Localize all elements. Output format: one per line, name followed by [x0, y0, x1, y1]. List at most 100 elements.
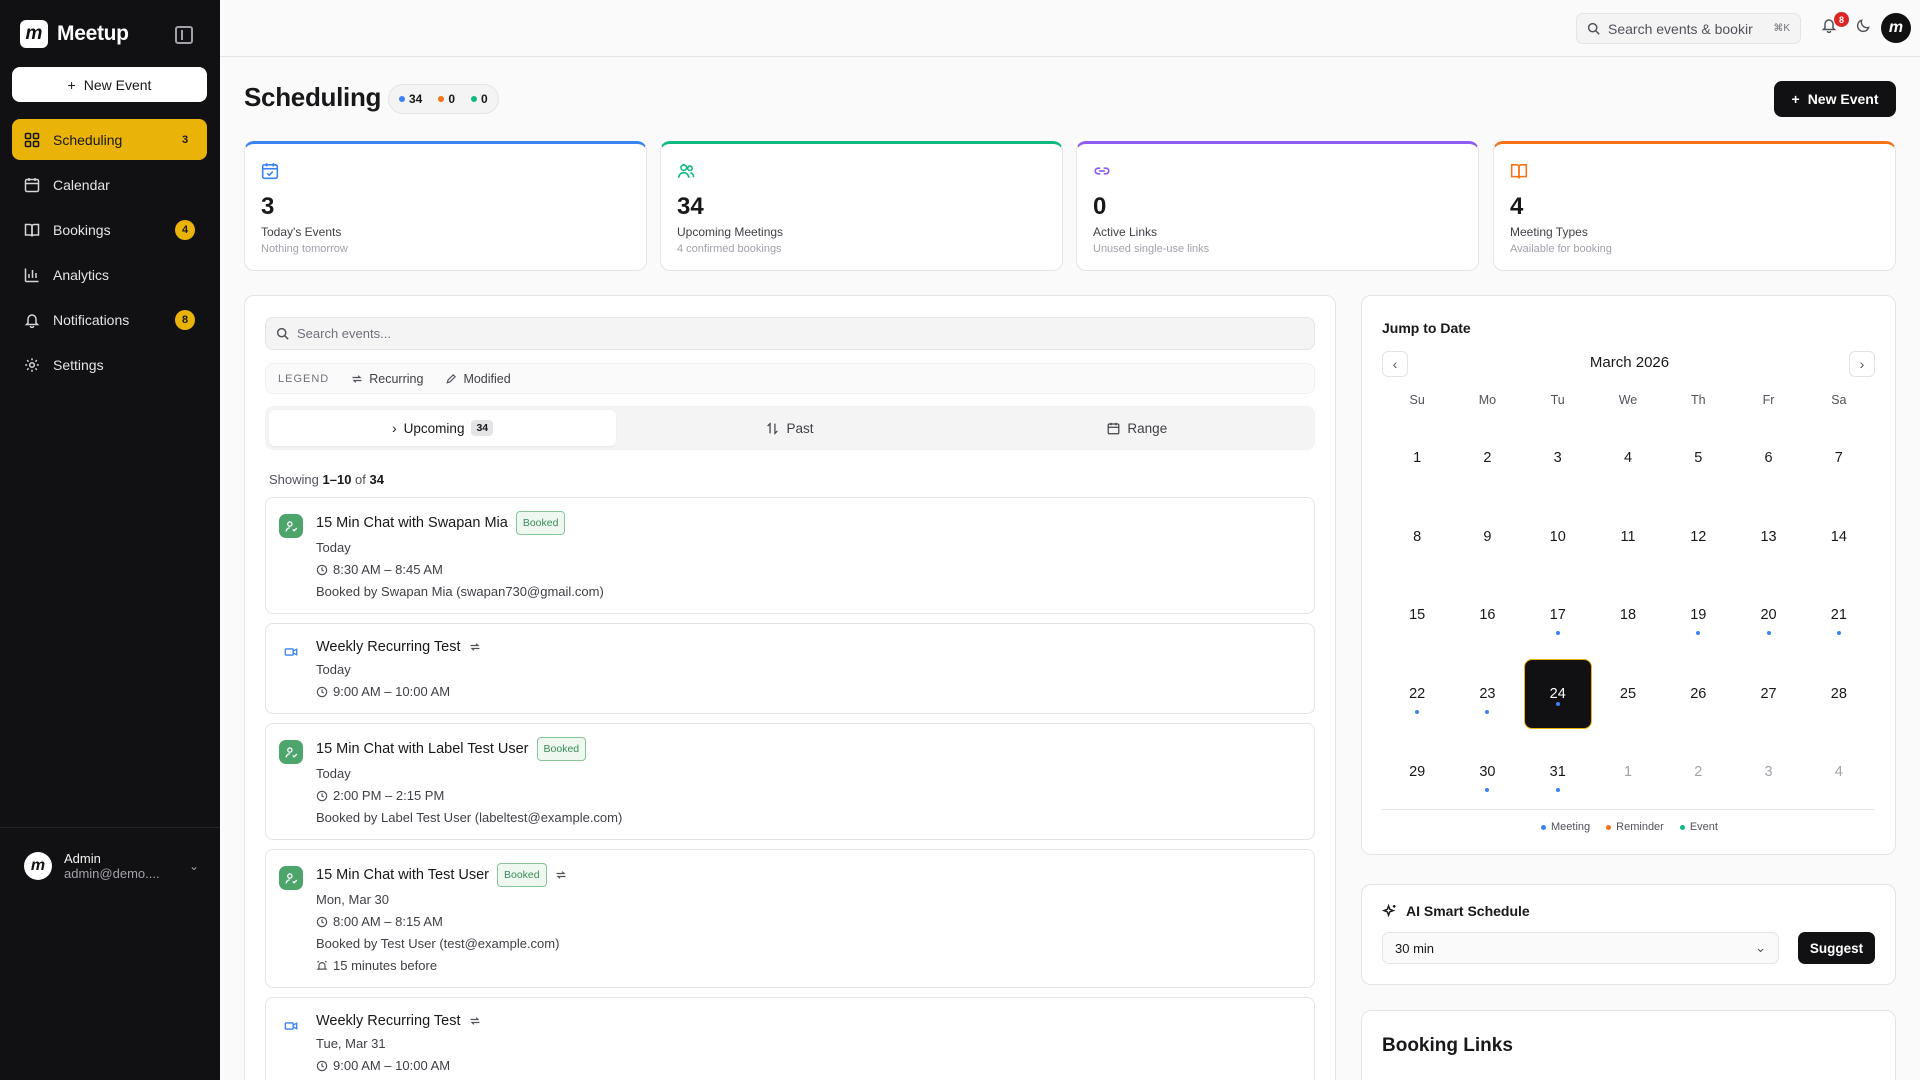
day-number: 20 — [1760, 607, 1777, 624]
calendar-day[interactable]: 11 — [1593, 498, 1663, 577]
calendar-day[interactable]: 21 — [1804, 576, 1874, 655]
sidebar-item-notifications[interactable]: Notifications 8 — [12, 299, 207, 340]
event-tabs: › Upcoming 34 Past Range — [265, 406, 1315, 450]
day-number: 14 — [1830, 528, 1847, 545]
sidebar-item-settings[interactable]: Settings — [12, 344, 207, 385]
day-number: 27 — [1760, 685, 1777, 702]
calendar-day[interactable]: 18 — [1593, 576, 1663, 655]
ai-schedule-title: AI Smart Schedule — [1406, 903, 1530, 919]
meeting-dot — [1555, 631, 1560, 636]
new-event-button[interactable]: + New Event — [1774, 81, 1896, 117]
day-number: 13 — [1760, 528, 1777, 545]
calendar-day[interactable]: 20 — [1733, 576, 1803, 655]
legend-reminder: Reminder — [1606, 821, 1664, 833]
meeting-dot — [1485, 709, 1490, 714]
day-number: 25 — [1619, 685, 1637, 702]
calendar-day[interactable]: 25 — [1593, 655, 1663, 734]
calendar-day[interactable]: 8 — [1382, 498, 1452, 577]
count-events: 0 — [471, 92, 488, 106]
stat-value: 0 — [1093, 193, 1107, 220]
day-number: 4 — [1834, 764, 1843, 781]
calendar-day[interactable]: 7 — [1804, 419, 1874, 498]
calendar-day[interactable]: 29 — [1382, 733, 1452, 812]
day-number: 15 — [1409, 607, 1426, 624]
tab-label: Range — [1127, 420, 1168, 436]
tab-count: 34 — [471, 420, 494, 436]
day-number: 16 — [1479, 607, 1496, 624]
users-icon — [677, 164, 695, 178]
calendar-day[interactable]: 2 — [1663, 733, 1733, 812]
events-search-placeholder: Search events... — [297, 326, 391, 341]
legend-meeting: Meeting — [1541, 821, 1590, 833]
event-card[interactable]: Weekly Recurring Test Today 9:00 AM – 10… — [265, 623, 1315, 714]
calendar-day[interactable]: 1 — [1593, 733, 1663, 812]
user-email: admin@demo.... — [64, 866, 160, 881]
event-card[interactable]: 15 Min Chat with Test User Booked Mon, Ma… — [265, 849, 1315, 988]
theme-toggle-button[interactable] — [1856, 18, 1871, 38]
global-search-input[interactable]: Search events & bookir ⌘K — [1576, 13, 1801, 44]
notification-count-badge: 8 — [1834, 12, 1849, 27]
event-card[interactable]: 15 Min Chat with Label Test User Booked T… — [265, 723, 1315, 840]
user-menu[interactable]: m Admin admin@demo.... ⌄ — [24, 851, 199, 881]
calendar-check-icon — [261, 163, 279, 180]
calendar-day[interactable]: 10 — [1523, 498, 1593, 577]
calendar-day[interactable]: 27 — [1733, 655, 1803, 734]
calendar-day[interactable]: 13 — [1733, 498, 1803, 577]
sidebar-new-event-button[interactable]: + New Event — [12, 67, 207, 102]
calendar-day[interactable]: 17 — [1523, 576, 1593, 655]
tab-past[interactable]: Past — [616, 410, 963, 446]
alarm-icon — [316, 960, 328, 970]
count-reminders: 0 — [438, 92, 455, 106]
calendar-day[interactable]: 3 — [1733, 733, 1803, 812]
sidebar-item-scheduling[interactable]: Scheduling 3 — [12, 119, 207, 160]
status-badge: Booked — [515, 511, 566, 535]
calendar-day[interactable]: 1 — [1382, 419, 1452, 498]
tab-range[interactable]: Range — [964, 410, 1311, 446]
calendar-day-today[interactable]: 24 — [1523, 658, 1592, 729]
calendar-day[interactable]: 6 — [1733, 419, 1803, 498]
chevron-down-icon: ⌄ — [188, 859, 199, 873]
sidebar-item-bookings[interactable]: Bookings 4 — [12, 209, 207, 250]
calendar-day[interactable]: 31 — [1523, 733, 1593, 812]
calendar-legend: Meeting Reminder Event — [1362, 821, 1897, 833]
calendar-day[interactable]: 22 — [1382, 655, 1452, 734]
calendar-day[interactable]: 23 — [1452, 655, 1522, 734]
page-title: Scheduling — [244, 82, 382, 112]
calendar-day[interactable]: 4 — [1593, 419, 1663, 498]
sidebar-item-analytics[interactable]: Analytics — [12, 254, 207, 295]
suggest-button[interactable]: Suggest — [1798, 932, 1875, 964]
duration-select[interactable]: 30 min ⌄ — [1382, 932, 1779, 964]
brand[interactable]: m Meetup — [20, 20, 129, 48]
clock-icon — [316, 916, 328, 928]
calendar-day[interactable]: 30 — [1452, 733, 1522, 812]
avatar[interactable]: m — [1881, 13, 1911, 43]
events-search-input[interactable]: Search events... — [265, 317, 1315, 350]
next-month-button[interactable]: › — [1849, 351, 1875, 377]
calendar-day[interactable]: 28 — [1804, 655, 1874, 734]
calendar-day[interactable]: 12 — [1663, 498, 1733, 577]
event-title: 15 Min Chat with Swapan Mia — [316, 515, 508, 531]
calendar-day[interactable]: 3 — [1523, 419, 1593, 498]
calendar-day[interactable]: 26 — [1663, 655, 1733, 734]
weekday-header: Sa — [1831, 393, 1847, 407]
sidebar-item-calendar[interactable]: Calendar — [12, 164, 207, 205]
sidebar-collapse-icon[interactable] — [175, 26, 193, 44]
event-card[interactable]: Weekly Recurring Test Tue, Mar 31 9:00 A… — [265, 997, 1315, 1080]
tab-upcoming[interactable]: › Upcoming 34 — [269, 410, 617, 446]
calendar-day[interactable]: 5 — [1663, 419, 1733, 498]
calendar-day[interactable]: 9 — [1452, 498, 1522, 577]
calendar-day[interactable]: 14 — [1804, 498, 1874, 577]
calendar-day[interactable]: 2 — [1452, 419, 1522, 498]
calendar-day[interactable]: 4 — [1804, 733, 1874, 812]
calendar-grid: Su Mo Tu We Th Fr Sa 1 2 3 4 5 6 7 8 9 10 11 12 13 14 15 16 17 1… — [1382, 391, 1874, 812]
chevron-down-icon: ⌄ — [1755, 940, 1766, 955]
weekday-header: Su — [1409, 393, 1425, 407]
calendar-day[interactable]: 19 — [1663, 576, 1733, 655]
calendar-day[interactable]: 16 — [1452, 576, 1522, 655]
stat-label: Today's Events — [261, 225, 342, 239]
calendar-day[interactable]: 15 — [1382, 576, 1452, 655]
sort-arrows-icon — [767, 421, 779, 435]
event-card[interactable]: 15 Min Chat with Swapan Mia Booked Today … — [265, 497, 1315, 614]
notifications-button[interactable]: 8 — [1821, 12, 1849, 39]
search-icon — [276, 327, 289, 340]
